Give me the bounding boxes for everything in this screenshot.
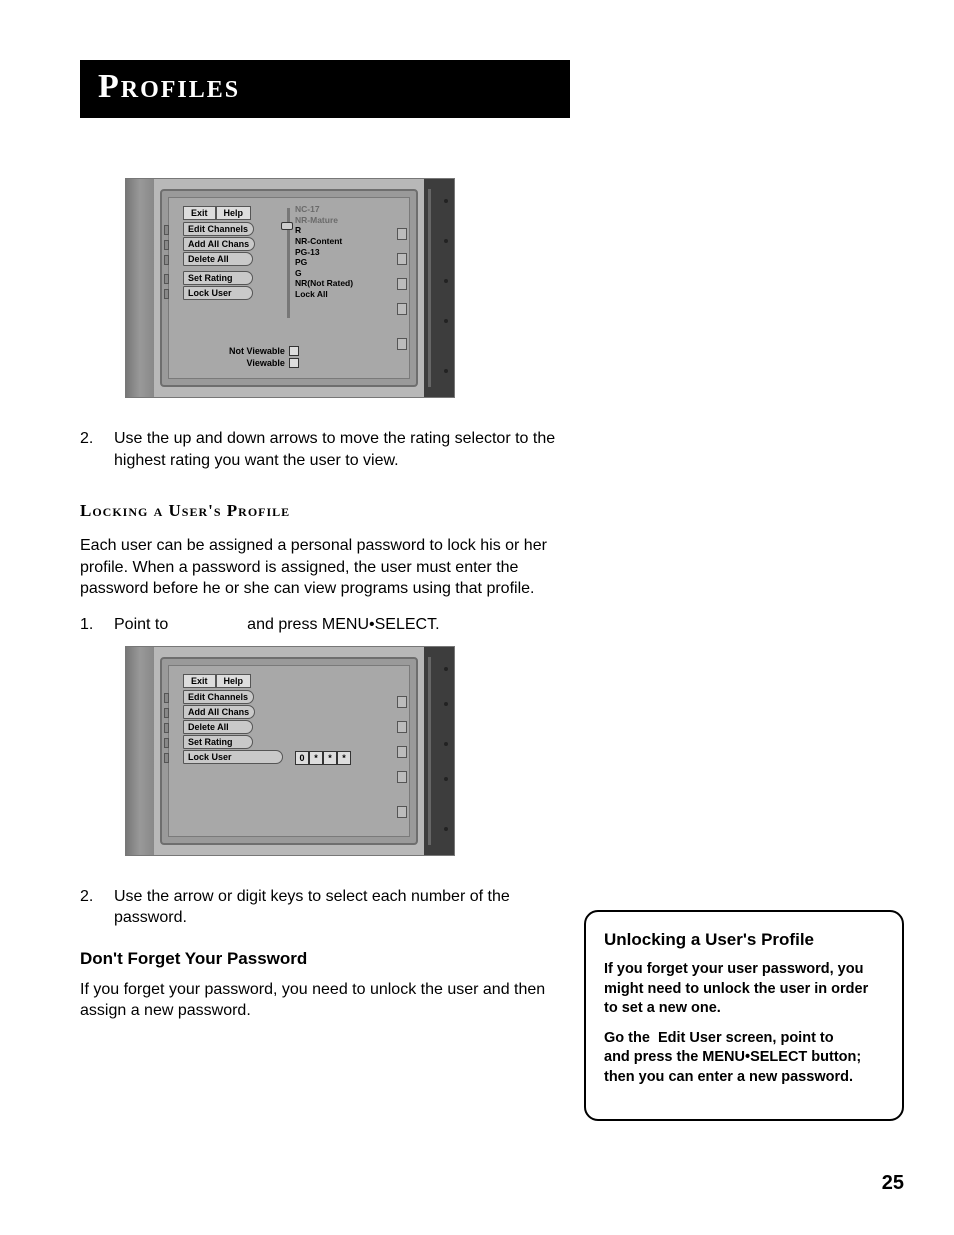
legend-box-icon bbox=[289, 346, 299, 356]
page-title-bar: Profiles bbox=[80, 60, 570, 118]
step-number: 1. bbox=[80, 614, 98, 636]
screenshot-lock-user: Exit Help Edit Channels Add All Chans De… bbox=[125, 646, 455, 856]
menu-add-all-chans[interactable]: Add All Chans bbox=[183, 705, 255, 719]
rating-slider-thumb[interactable] bbox=[281, 222, 293, 230]
tab-stub-icon bbox=[164, 289, 169, 299]
page-number: 25 bbox=[882, 1172, 904, 1195]
rating-nr[interactable]: NR(Not Rated) bbox=[295, 278, 353, 289]
tab-stub-icon bbox=[164, 738, 169, 748]
menu-edit-channels[interactable]: Edit Channels bbox=[183, 690, 254, 704]
tv-screen: Exit Help Edit Channels Add All Chans De… bbox=[160, 657, 418, 845]
step-number: 2. bbox=[80, 886, 98, 929]
exit-button[interactable]: Exit bbox=[183, 206, 216, 220]
tab-stub-icon bbox=[164, 753, 169, 763]
pw-digit[interactable]: * bbox=[323, 751, 337, 765]
legend-box-icon bbox=[289, 358, 299, 368]
callout-heading: Unlocking a User's Profile bbox=[604, 930, 884, 950]
exit-button[interactable]: Exit bbox=[183, 674, 216, 688]
step-text: Use the up and down arrows to move the r… bbox=[114, 428, 580, 471]
page-title: Profiles bbox=[98, 68, 552, 106]
menu-set-rating[interactable]: Set Rating bbox=[183, 735, 253, 749]
menu-delete-all[interactable]: Delete All bbox=[183, 720, 253, 734]
main-content: Exit Help Edit Channels Add All Chans De… bbox=[80, 118, 580, 1022]
tv-screen: Exit Help Edit Channels Add All Chans De… bbox=[160, 189, 418, 387]
menu-lock-user[interactable]: Lock User bbox=[183, 750, 283, 764]
rating-r[interactable]: R bbox=[295, 225, 353, 236]
pw-digit[interactable]: * bbox=[337, 751, 351, 765]
tv-left-edge bbox=[126, 179, 154, 397]
menu-set-rating[interactable]: Set Rating bbox=[183, 271, 253, 285]
menu-edit-channels[interactable]: Edit Channels bbox=[183, 222, 254, 236]
legend-not-viewable: Not Viewable bbox=[229, 346, 285, 356]
screenshot-set-rating: Exit Help Edit Channels Add All Chans De… bbox=[125, 178, 455, 398]
locking-intro: Each user can be assigned a personal pas… bbox=[80, 535, 580, 600]
help-button[interactable]: Help bbox=[216, 674, 252, 688]
subheading-dont-forget: Don't Forget Your Password bbox=[80, 949, 580, 969]
rating-nc17[interactable]: NC-17 bbox=[295, 204, 353, 215]
tv-right-bezel bbox=[424, 647, 454, 855]
rating-pg[interactable]: PG bbox=[295, 257, 353, 268]
rating-lock-all[interactable]: Lock All bbox=[295, 289, 353, 300]
step-1-lock: 1. Point to and press MENU•SELECT. bbox=[80, 614, 580, 636]
tab-stub-icon bbox=[164, 708, 169, 718]
tv-right-bezel bbox=[424, 179, 454, 397]
step-2-password: 2. Use the arrow or digit keys to select… bbox=[80, 886, 580, 929]
tab-stub-icon bbox=[164, 240, 169, 250]
tab-stub-icon bbox=[164, 723, 169, 733]
legend: Not Viewable Viewable bbox=[229, 344, 299, 368]
callout-p2: Go the Edit User screen, point to and pr… bbox=[604, 1029, 884, 1088]
pw-digit[interactable]: 0 bbox=[295, 751, 309, 765]
right-scroll[interactable] bbox=[397, 208, 407, 368]
menu-delete-all[interactable]: Delete All bbox=[183, 252, 253, 266]
step-number: 2. bbox=[80, 428, 98, 471]
tv-left-edge bbox=[126, 647, 154, 855]
legend-viewable: Viewable bbox=[247, 358, 285, 368]
tab-stub-icon bbox=[164, 255, 169, 265]
rating-g[interactable]: G bbox=[295, 268, 353, 279]
rating-pg13[interactable]: PG-13 bbox=[295, 247, 353, 258]
callout-p1: If you forget your user password, you mi… bbox=[604, 960, 884, 1019]
menu-add-all-chans[interactable]: Add All Chans bbox=[183, 237, 255, 251]
step-2-rating: 2. Use the up and down arrows to move th… bbox=[80, 428, 580, 471]
right-scroll[interactable] bbox=[397, 676, 407, 826]
callout-unlocking: Unlocking a User's Profile If you forget… bbox=[584, 910, 904, 1121]
step-text: Use the arrow or digit keys to select ea… bbox=[114, 886, 580, 929]
rating-nr-content[interactable]: NR-Content bbox=[295, 236, 353, 247]
menu-lock-user[interactable]: Lock User bbox=[183, 286, 253, 300]
help-button[interactable]: Help bbox=[216, 206, 252, 220]
password-field[interactable]: 0 * * * bbox=[295, 751, 351, 765]
ratings-list: NC-17 NR-Mature R NR-Content PG-13 PG G … bbox=[295, 204, 353, 300]
dont-forget-body: If you forget your password, you need to… bbox=[80, 979, 580, 1022]
pw-digit[interactable]: * bbox=[309, 751, 323, 765]
tab-stub-icon bbox=[164, 225, 169, 235]
rating-nr-mature[interactable]: NR-Mature bbox=[295, 215, 353, 226]
tab-stub-icon bbox=[164, 274, 169, 284]
section-heading-locking: Locking a User's Profile bbox=[80, 501, 580, 521]
step-text: Point to and press MENU•SELECT. bbox=[114, 614, 440, 636]
tab-stub-icon bbox=[164, 693, 169, 703]
